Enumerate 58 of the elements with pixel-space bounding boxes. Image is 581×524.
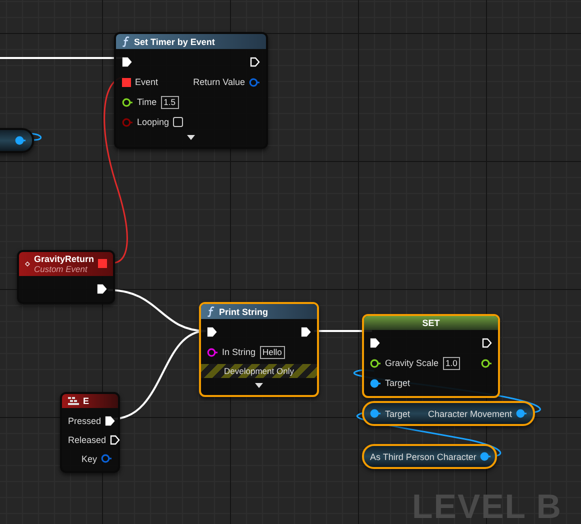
function-icon	[207, 306, 215, 317]
data-pin-icon[interactable]	[516, 409, 527, 418]
keyboard-icon	[68, 396, 79, 406]
value-field[interactable]: 1.5	[160, 96, 178, 108]
graph-node[interactable]: As Third Person Character	[362, 444, 497, 469]
graph-node[interactable]: SET Gravity Scale 1.0 Target	[362, 314, 500, 398]
exec-pin-icon[interactable]	[97, 284, 107, 294]
graph-node[interactable]: E Pressed Released Key	[60, 392, 120, 473]
pin-label: Character Movement	[428, 408, 512, 418]
exec-pin-icon[interactable]	[482, 338, 492, 348]
value-field[interactable]: Hello	[260, 346, 285, 358]
pin-label: Looping	[137, 117, 170, 127]
pin-label: Target	[385, 378, 410, 388]
node-title: Set Timer by Event	[134, 36, 215, 46]
exec-pin-icon[interactable]	[207, 327, 217, 337]
exec-pin-icon[interactable]	[370, 338, 380, 348]
exec-pin-icon[interactable]	[110, 434, 120, 444]
pin-label: Time	[137, 97, 157, 107]
delegate-pin-icon[interactable]	[122, 78, 131, 86]
pin-label: Released	[68, 434, 106, 444]
node-title: GravityReturn	[34, 254, 94, 264]
checkbox[interactable]	[173, 117, 184, 127]
data-pin-icon[interactable]	[370, 358, 381, 368]
pin-label: As Third Person Character	[370, 452, 476, 462]
graph-node[interactable]: Print String In String Hello Development Only	[199, 302, 319, 397]
data-pin-icon[interactable]	[370, 378, 381, 388]
value-field[interactable]: 1.0	[442, 356, 460, 370]
exec-pin-icon[interactable]	[122, 57, 132, 67]
pin-label: Pressed	[68, 416, 102, 426]
data-pin-icon[interactable]	[370, 409, 381, 418]
data-pin-icon[interactable]	[207, 348, 218, 356]
data-pin-icon[interactable]	[15, 136, 26, 145]
pin-label: Event	[135, 77, 158, 87]
graph-canvas[interactable]	[0, 0, 581, 524]
graph-node[interactable]: Target Character Movement	[362, 401, 535, 426]
data-pin-icon[interactable]	[122, 98, 133, 106]
function-icon	[122, 36, 130, 47]
exec-pin-icon[interactable]	[301, 327, 311, 337]
exec-pin-icon[interactable]	[250, 57, 260, 67]
graph-node[interactable]: GravityReturn Custom Event	[17, 250, 115, 304]
expand-arrow-icon[interactable]	[187, 135, 195, 141]
expand-arrow-icon[interactable]	[255, 383, 263, 389]
pin-label: Return Value	[193, 77, 245, 87]
pin-label: Target	[385, 408, 410, 418]
node-title: Print String	[219, 306, 268, 316]
development-banner: Development Only	[201, 364, 317, 378]
pin-label: In String	[222, 347, 256, 357]
graph-node[interactable]: Set Timer by Event Event Return Value Time 1.5 Looping	[114, 32, 268, 149]
delegate-pin-icon[interactable]	[98, 258, 107, 268]
pin-label: Gravity Scale	[385, 358, 439, 368]
node-title: E	[83, 396, 90, 406]
data-pin-icon[interactable]	[481, 358, 492, 368]
node-title: SET	[422, 318, 440, 328]
data-pin-icon[interactable]	[480, 452, 492, 461]
node-subtitle: Custom Event	[34, 264, 89, 274]
diamond-icon	[25, 259, 30, 269]
pin-label: Key	[81, 454, 97, 464]
exec-pin-icon[interactable]	[105, 416, 116, 426]
